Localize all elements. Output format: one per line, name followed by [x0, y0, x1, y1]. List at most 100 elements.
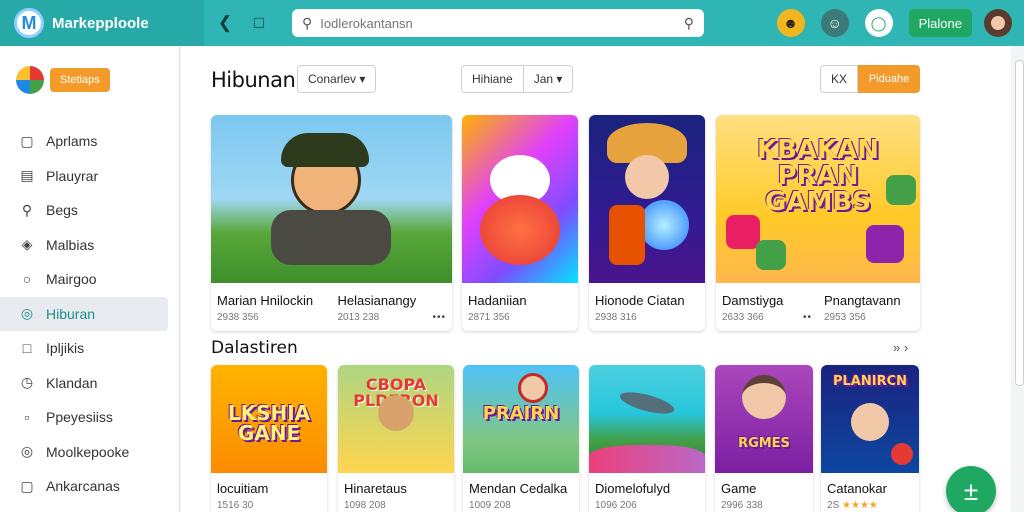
filter-toggle[interactable]: Hihiane Jan ▾: [461, 65, 574, 93]
game-thumbnail: [589, 365, 705, 473]
sidebar-item-ipljikis[interactable]: □ Ipljikis: [0, 331, 179, 366]
game-card[interactable]: KBAKAN PRAN GAMBS Damstiyga 2633 366 •• Pn…: [716, 115, 920, 331]
game-card[interactable]: PLANIRCN Catanokar 2S ★★★★: [821, 365, 919, 512]
sidebar-item-label: Begs: [46, 202, 78, 219]
game-card[interactable]: Diomelofulyd 1096 206: [589, 365, 705, 512]
game-banner-text: RGMES: [738, 436, 790, 451]
action-button[interactable]: Piduahe: [858, 65, 920, 93]
game-thumbnail: LKSHIA GANE: [211, 365, 327, 473]
premium-button[interactable]: Plalone: [908, 9, 972, 37]
sidebar-item-label: Ipljikis: [46, 340, 85, 357]
more-icon[interactable]: ••: [803, 312, 812, 323]
top-bar: M Markepploole ❮ □ ⚲ ⚲ ☻ ☺ ◯ Plalone: [0, 0, 1024, 46]
game-thumbnail: [462, 115, 578, 283]
page-icon: ▫: [24, 409, 30, 426]
card-title: Helasianangy: [337, 293, 417, 308]
search-icon: ⚲: [302, 14, 313, 31]
game-thumbnail: [589, 115, 705, 283]
filter-right[interactable]: Jan ▾: [522, 66, 573, 92]
brand[interactable]: M Markepploole: [0, 0, 204, 46]
box-icon: □: [22, 340, 32, 357]
emoji-face-icon[interactable]: ☻: [776, 9, 805, 37]
card-title: Damstiyga: [722, 293, 784, 308]
game-thumbnail: KBAKAN PRAN GAMBS: [716, 115, 920, 283]
game-card[interactable]: PRAIRN Mendan Cedalka 1009 208: [463, 365, 579, 512]
sidebar-badge[interactable]: Stetiaps: [50, 68, 110, 92]
search-input[interactable]: [320, 15, 684, 31]
game-card[interactable]: Hadaniian 2871 356: [462, 115, 578, 331]
page-title: Hibunan: [211, 68, 296, 92]
circle-icon: ◎: [20, 443, 34, 460]
game-thumbnail: RGMES: [715, 365, 813, 473]
sidebar-item-aprlams[interactable]: ▢ Aprlams: [0, 124, 179, 159]
close-filter-button[interactable]: KX: [820, 65, 858, 93]
game-thumbnail: PLANIRCN: [821, 365, 919, 473]
sidebar-item-malbias[interactable]: ◈ Malbias: [0, 228, 179, 263]
app-name: Markepploole: [52, 14, 149, 32]
more-icon[interactable]: •••: [432, 312, 446, 323]
chevron-down-icon: ▾: [359, 72, 366, 86]
circle-icon: ◎: [20, 305, 34, 322]
chat-icon[interactable]: ◯: [864, 9, 893, 37]
card-meta: 2938 316: [595, 312, 637, 323]
card-meta: 2996 338: [721, 500, 763, 511]
game-thumbnail: PRAIRN: [463, 365, 579, 473]
add-fab-button[interactable]: ±: [946, 466, 996, 512]
window-icon[interactable]: □: [246, 13, 272, 33]
sidebar-item-moolkepooke[interactable]: ◎ Moolkepooke: [0, 435, 179, 470]
game-banner-text: PRAIRN: [482, 403, 560, 424]
tag-icon: ◈: [21, 236, 33, 253]
card-title: Hinaretaus: [344, 481, 407, 496]
game-card[interactable]: CBOPA PLDERON Hinaretaus 1098 208: [338, 365, 454, 512]
card-title: Catanokar: [827, 481, 887, 496]
game-thumbnail: CBOPA PLDERON: [338, 365, 454, 473]
card-meta: 1516 30: [217, 500, 254, 511]
sidebar-item-plauyrar[interactable]: ▤ Plauyrar: [0, 159, 179, 194]
search-icon: ⚲: [21, 201, 33, 218]
filter-right-label: Jan: [533, 72, 554, 86]
avatar[interactable]: [984, 9, 1012, 37]
game-card[interactable]: RGMES Game 2996 338: [715, 365, 813, 512]
sidebar-item-mairgoo[interactable]: ○ Mairgoo: [0, 262, 179, 297]
chevron-down-icon: ▾: [556, 72, 563, 86]
sidebar-item-label: Mairgoo: [46, 271, 97, 288]
game-card[interactable]: Hionode Ciatan 2938 316: [589, 115, 705, 331]
sidebar-item-label: Aprlams: [46, 133, 98, 150]
character-icon[interactable]: ☺: [820, 9, 849, 37]
sidebar: Stetiaps ▢ Aprlams ▤ Plauyrar ⚲ Begs ◈ Malbi…: [0, 46, 180, 512]
sidebar-item-ppeyesiiss[interactable]: ▫ Ppeyesiiss: [0, 400, 179, 435]
see-more-icon[interactable]: » ›: [893, 340, 908, 355]
game-card[interactable]: LKSHIA GANE locuitiam 1516 30: [211, 365, 327, 512]
sidebar-item-begs[interactable]: ⚲ Begs: [0, 193, 179, 228]
card-title: Mendan Cedalka: [469, 481, 568, 496]
game-card[interactable]: Marian Hnilockin 2938 356 Helasianangy 201…: [211, 115, 452, 331]
sidebar-item-label: Ankarcanas: [46, 478, 120, 495]
game-thumbnail: [211, 115, 452, 283]
category-dropdown[interactable]: Conarlev ▾: [297, 65, 377, 93]
main-content: Hibunan Conarlev ▾ Hihiane Jan ▾ KX Pidu…: [181, 46, 1011, 512]
game-banner-text: LKSHIA GANE: [227, 401, 311, 445]
sidebar-item-label: Moolkepooke: [46, 443, 130, 460]
sidebar-item-klandan[interactable]: ◷ Klandan: [0, 366, 179, 401]
right-panel-scrollbar[interactable]: [1015, 60, 1024, 386]
square-icon: ▢: [20, 477, 34, 494]
game-banner-text: PLANIRCN: [832, 374, 908, 389]
app-logo: M: [14, 8, 44, 38]
sidebar-item-hiburan[interactable]: ◎ Hiburan: [0, 296, 168, 331]
sidebar-list: ▢ Aprlams ▤ Plauyrar ⚲ Begs ◈ Malbias ○ Mairg…: [0, 124, 179, 504]
card-title: Game: [721, 481, 757, 496]
search-submit-icon[interactable]: ⚲: [684, 15, 694, 32]
sidebar-item-label: Malbias: [46, 236, 95, 253]
sidebar-item-label: Klandan: [46, 374, 98, 391]
sidebar-item-label: Ppeyesiiss: [46, 409, 113, 426]
sidebar-item-label: Hiburan: [46, 305, 96, 322]
card-meta: 2871 356: [468, 312, 510, 323]
sidebar-item-ankarcanas[interactable]: ▢ Ankarcanas: [0, 469, 179, 504]
dropdown-label: Conarlev: [308, 72, 357, 86]
card-meta: 1096 206: [595, 500, 637, 511]
chevron-left-icon[interactable]: ❮: [212, 13, 238, 33]
filter-left[interactable]: Hihiane: [462, 66, 523, 92]
card-title: locuitiam: [217, 481, 269, 496]
search-bar[interactable]: ⚲ ⚲: [292, 9, 704, 37]
clock-icon: ◷: [20, 374, 34, 391]
